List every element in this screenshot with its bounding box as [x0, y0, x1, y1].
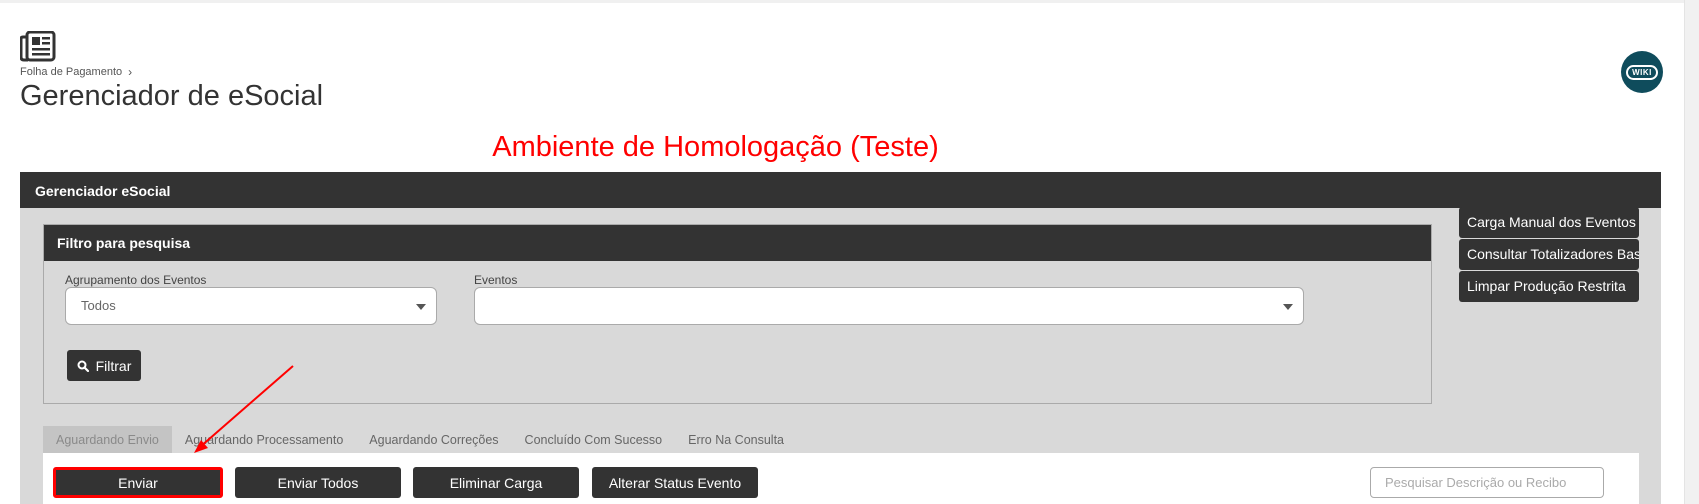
grouping-select-value: Todos — [81, 298, 116, 313]
panel-title: Gerenciador eSocial — [20, 172, 1661, 208]
events-select[interactable] — [474, 287, 1304, 325]
newspaper-icon — [20, 31, 56, 62]
filter-button[interactable]: Filtrar — [67, 350, 141, 381]
events-label: Eventos — [474, 273, 518, 287]
vertical-scrollbar[interactable] — [1684, 0, 1699, 504]
grouping-label: Agrupamento dos Eventos — [65, 273, 207, 287]
caret-down-icon — [416, 304, 426, 310]
chevron-right-icon: › — [128, 65, 133, 79]
tab-aguardando-correcoes[interactable]: Aguardando Correções — [356, 426, 511, 453]
filter-box: Filtro para pesquisa Agrupamento dos Eve… — [43, 224, 1432, 404]
status-tabs: Aguardando Envio Aguardando Processament… — [43, 426, 797, 453]
environment-banner: Ambiente de Homologação (Teste) — [0, 131, 1699, 164]
search-icon — [77, 360, 89, 372]
filter-title: Filtro para pesquisa — [44, 225, 1431, 261]
manual-load-button[interactable]: Carga Manual dos Eventos — [1459, 207, 1639, 238]
eliminate-load-button[interactable]: Eliminar Carga — [413, 467, 579, 498]
breadcrumb-item[interactable]: Folha de Pagamento — [20, 66, 122, 78]
tab-erro-na-consulta[interactable]: Erro Na Consulta — [675, 426, 797, 453]
send-all-button[interactable]: Enviar Todos — [235, 467, 401, 498]
search-input[interactable] — [1370, 467, 1604, 498]
esocial-panel: Gerenciador eSocial Filtro para pesquisa… — [20, 172, 1661, 504]
tab-aguardando-envio[interactable]: Aguardando Envio — [43, 426, 172, 453]
clear-restricted-production-button[interactable]: Limpar Produção Restrita — [1459, 271, 1639, 302]
tab-content: Enviar Enviar Todos Eliminar Carga Alter… — [43, 453, 1639, 504]
wiki-icon: WIKI — [1626, 64, 1658, 80]
filter-button-label: Filtrar — [95, 357, 132, 374]
tab-aguardando-processamento[interactable]: Aguardando Processamento — [172, 426, 356, 453]
send-button[interactable]: Enviar — [53, 467, 223, 498]
wiki-button[interactable]: WIKI — [1621, 51, 1663, 93]
consult-totalizers-button[interactable]: Consultar Totalizadores Base — [1459, 239, 1639, 270]
grouping-select[interactable]: Todos — [65, 287, 437, 325]
environment-banner-text: Ambiente de Homologação (Teste) — [492, 131, 939, 163]
tab-concluido-com-sucesso[interactable]: Concluído Com Sucesso — [512, 426, 676, 453]
breadcrumb: Folha de Pagamento › — [20, 65, 132, 79]
top-border — [0, 0, 1699, 3]
caret-down-icon — [1283, 304, 1293, 310]
page-title: Gerenciador de eSocial — [20, 80, 324, 112]
change-event-status-button[interactable]: Alterar Status Evento — [592, 467, 758, 498]
